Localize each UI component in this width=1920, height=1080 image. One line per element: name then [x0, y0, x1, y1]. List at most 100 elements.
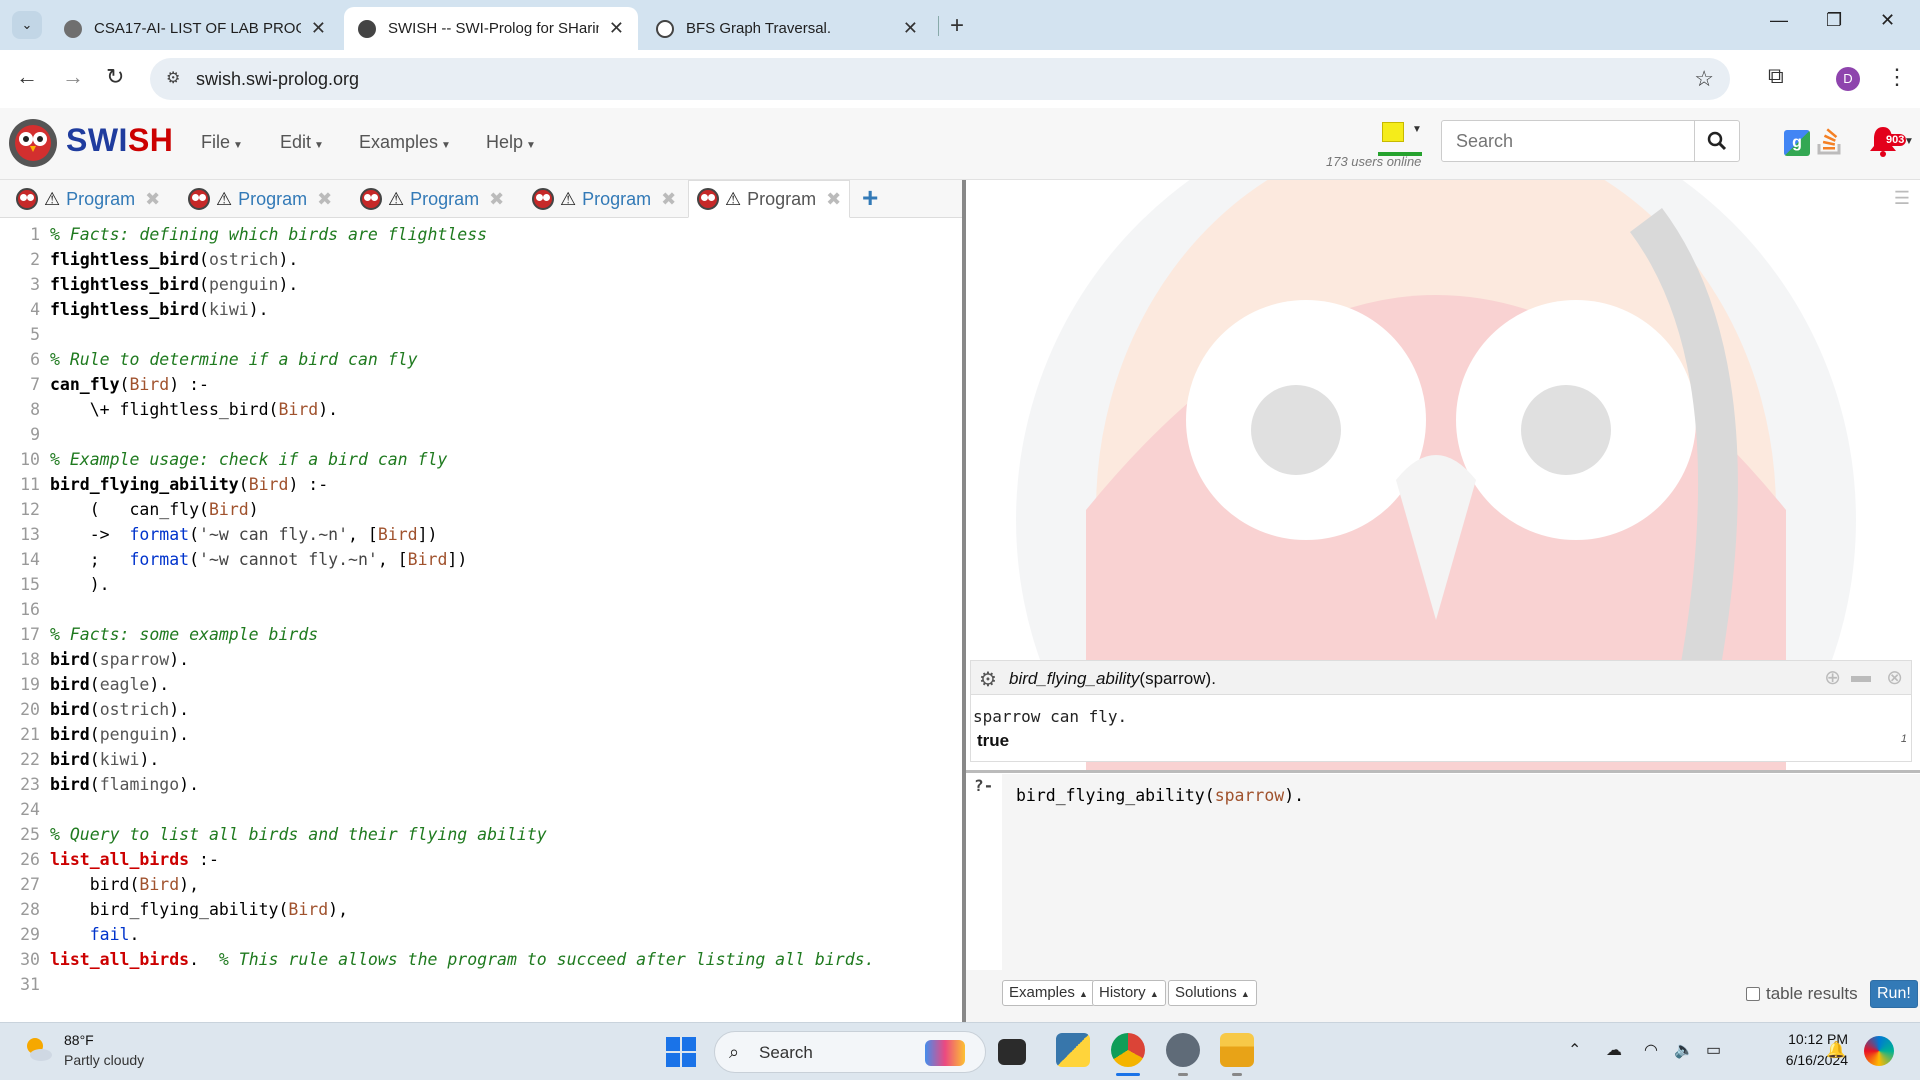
code-line[interactable]: 9 [0, 422, 962, 447]
code-line[interactable]: 11 bird_flying_ability(Bird) :- [0, 472, 962, 497]
wifi-icon[interactable]: ◠ [1644, 1040, 1658, 1060]
restore-icon[interactable]: ❐ [1826, 10, 1842, 31]
query-editor[interactable]: bird_flying_ability(sparrow). [1002, 774, 1920, 970]
close-tab-icon[interactable]: ✖ [317, 189, 332, 210]
show-hidden-icons-icon[interactable]: ⌃ [1568, 1040, 1581, 1060]
code-line[interactable]: 4 flightless_bird(kiwi). [0, 297, 962, 322]
new-tab-button[interactable]: + [950, 12, 964, 40]
code-line[interactable]: 28 bird_flying_ability(Bird), [0, 897, 962, 922]
code-line[interactable]: 21 bird(penguin). [0, 722, 962, 747]
volume-icon[interactable]: 🔈 [1674, 1040, 1694, 1060]
search-input[interactable] [1442, 121, 1694, 161]
code-line[interactable]: 8 \+ flightless_bird(Bird). [0, 397, 962, 422]
notification-bell-icon[interactable]: 903 ▼ [1868, 124, 1914, 160]
bookmark-star-icon[interactable]: ☆ [1694, 66, 1714, 92]
task-view-icon[interactable] [998, 1039, 1026, 1065]
code-line[interactable]: 18 bird(sparrow). [0, 647, 962, 672]
query-code[interactable]: bird_flying_ability(sparrow). [1016, 786, 1304, 805]
swish-logo-icon[interactable] [6, 116, 60, 170]
taskbar-search-box[interactable]: ⌕ Search [714, 1031, 986, 1073]
browser-tab-lab-programs[interactable]: CSA17-AI- LIST OF LAB PROGRA ✕ [50, 7, 340, 50]
url-text[interactable]: swish.swi-prolog.org [196, 69, 359, 90]
run-button[interactable]: Run! [1870, 980, 1918, 1008]
code-line[interactable]: 16 [0, 597, 962, 622]
code-line[interactable]: 24 [0, 797, 962, 822]
code-line[interactable]: 19 bird(eagle). [0, 672, 962, 697]
tab-program-2[interactable]: ⚠ Program ✖ [180, 180, 340, 218]
code-line[interactable]: 12 ( can_fly(Bird) [0, 497, 962, 522]
close-tab-icon[interactable]: ✖ [826, 189, 841, 210]
tab-search-button[interactable]: ⌄ [12, 11, 42, 39]
weather-partly-cloudy-icon[interactable] [22, 1033, 54, 1065]
swish-logo-text[interactable]: SWISH [66, 122, 173, 159]
code-line[interactable]: 10 % Example usage: check if a bird can f… [0, 447, 962, 472]
close-icon[interactable]: ✕ [609, 18, 624, 39]
close-tab-icon[interactable]: ✖ [145, 189, 160, 210]
python-icon[interactable] [1056, 1033, 1090, 1067]
code-line[interactable]: 6 % Rule to determine if a bird can fly [0, 347, 962, 372]
code-line[interactable]: 14 ; format('~w cannot fly.~n', [Bird]) [0, 547, 962, 572]
tab-program-3[interactable]: ⚠ Program ✖ [352, 180, 512, 218]
minimize-icon[interactable]: — [1770, 10, 1788, 31]
menu-file[interactable]: File ▼ [201, 132, 243, 153]
back-icon[interactable]: ← [16, 64, 38, 90]
extensions-icon[interactable]: ⧉ [1768, 63, 1784, 89]
browser-tab-swish[interactable]: SWISH -- SWI-Prolog for SHarin ✕ [344, 7, 638, 50]
close-tab-icon[interactable]: ✖ [661, 189, 676, 210]
close-window-icon[interactable]: ✕ [1880, 10, 1895, 31]
code-line[interactable]: 15 ). [0, 572, 962, 597]
code-line[interactable]: 2 flightless_bird(ostrich). [0, 247, 962, 272]
copilot-icon[interactable] [1864, 1036, 1894, 1066]
code-line[interactable]: 29 fail. [0, 922, 962, 947]
table-results-checkbox[interactable] [1746, 987, 1760, 1001]
tab-program-1[interactable]: ⚠ Program ✖ [8, 180, 168, 218]
settings-gear-icon[interactable] [1166, 1033, 1200, 1067]
code-line[interactable]: 5 [0, 322, 962, 347]
notification-icon[interactable]: 🔔 [1826, 1040, 1846, 1060]
code-line[interactable]: 20 bird(ostrich). [0, 697, 962, 722]
table-results-toggle[interactable]: table results [1746, 984, 1858, 1004]
solutions-button[interactable]: Solutions ▲ [1168, 980, 1257, 1006]
reload-icon[interactable]: ↻ [106, 64, 124, 90]
minimize-answer-icon[interactable]: ▬ [1851, 665, 1871, 688]
code-line[interactable]: 17 % Facts: some example birds [0, 622, 962, 647]
tab-program-4[interactable]: ⚠ Program ✖ [524, 180, 684, 218]
search-field[interactable] [1441, 120, 1695, 162]
code-line[interactable]: 31 [0, 972, 962, 997]
close-answer-icon[interactable]: ⊗ [1886, 665, 1903, 690]
close-tab-icon[interactable]: ✖ [489, 189, 504, 210]
battery-icon[interactable]: ▭ [1706, 1040, 1721, 1060]
stackoverflow-icon[interactable] [1816, 126, 1844, 156]
code-line[interactable]: 13 -> format('~w can fly.~n', [Bird]) [0, 522, 962, 547]
weather-temperature[interactable]: 88°F [64, 1032, 94, 1048]
browser-menu-icon[interactable]: ⋮ [1886, 64, 1908, 90]
windows-start-icon[interactable] [666, 1037, 696, 1067]
code-line[interactable]: 25 % Query to list all birds and their fl… [0, 822, 962, 847]
code-line[interactable]: 1 % Facts: defining which birds are fligh… [0, 222, 962, 247]
chat-room-icon[interactable]: ▼ [1378, 122, 1422, 156]
query-splitter[interactable] [966, 770, 1920, 773]
code-line[interactable]: 7 can_fly(Bird) :- [0, 372, 962, 397]
search-button[interactable] [1694, 120, 1740, 162]
menu-help[interactable]: Help ▼ [486, 132, 536, 153]
code-editor[interactable]: 1 % Facts: defining which birds are fligh… [0, 218, 962, 1020]
address-bar[interactable]: ⚙ swish.swi-prolog.org ☆ [150, 58, 1730, 100]
examples-button[interactable]: Examples ▲ [1002, 980, 1095, 1006]
code-line[interactable]: 27 bird(Bird), [0, 872, 962, 897]
onedrive-icon[interactable]: ☁ [1606, 1040, 1622, 1060]
code-line[interactable]: 3 flightless_bird(penguin). [0, 272, 962, 297]
tab-program-5-active[interactable]: ⚠ Program ✖ [688, 180, 851, 218]
code-line[interactable]: 26 list_all_birds :- [0, 847, 962, 872]
code-line[interactable]: 23 bird(flamingo). [0, 772, 962, 797]
hamburger-menu-icon[interactable]: ☰ [1894, 188, 1910, 209]
profile-avatar[interactable]: D [1836, 67, 1860, 91]
download-icon[interactable]: ⊕ [1824, 665, 1841, 690]
menu-examples[interactable]: Examples ▼ [359, 132, 451, 153]
forward-icon[interactable]: → [62, 64, 84, 90]
add-tab-button[interactable]: + [862, 182, 878, 214]
google-search-icon[interactable]: g [1784, 130, 1810, 156]
close-icon[interactable]: ✕ [903, 18, 918, 39]
browser-tab-bfs[interactable]: BFS Graph Traversal. ✕ [642, 7, 932, 50]
history-button[interactable]: History ▲ [1092, 980, 1166, 1006]
weather-description[interactable]: Partly cloudy [64, 1052, 144, 1068]
